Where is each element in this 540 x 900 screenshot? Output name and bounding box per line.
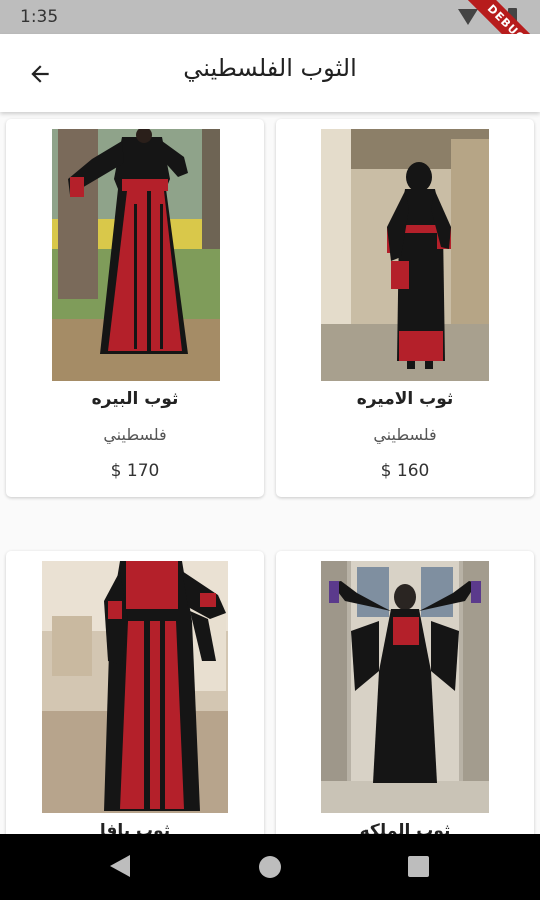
product-price: $ 160: [380, 461, 430, 481]
nav-recent-apps-icon[interactable]: [408, 856, 429, 877]
product-name: ثوب الاميره: [356, 389, 454, 409]
product-image: [321, 129, 489, 381]
product-card[interactable]: ثوب البيره فلسطيني $ 170: [6, 119, 264, 497]
product-name: ثوب يافا: [99, 821, 171, 834]
nav-home-icon[interactable]: [259, 856, 281, 878]
product-image: [321, 561, 489, 813]
arrow-back-icon: [31, 65, 49, 83]
status-time: 1:35: [20, 7, 59, 27]
product-image: [52, 129, 220, 381]
app-bar: الثوب الفلسطيني: [0, 34, 540, 112]
product-origin: فلسطيني: [103, 425, 167, 444]
back-button[interactable]: [18, 52, 62, 96]
product-card[interactable]: ثوب الملكه: [276, 551, 534, 834]
system-nav-bar: [0, 834, 540, 900]
nav-back-icon[interactable]: [110, 855, 130, 877]
product-grid: ثوب البيره فلسطيني $ 170 ثوب الاميره فلس…: [0, 112, 540, 834]
product-image: [42, 561, 228, 813]
page-title: الثوب الفلسطيني: [183, 54, 357, 82]
product-name: ثوب الملكه: [359, 821, 451, 834]
status-bar: 1:35 DEBUG: [0, 0, 540, 34]
product-card[interactable]: ثوب يافا: [6, 551, 264, 834]
product-origin: فلسطيني: [373, 425, 437, 444]
wifi-icon: [458, 9, 478, 25]
product-card[interactable]: ثوب الاميره فلسطيني $ 160: [276, 119, 534, 497]
product-price: $ 170: [110, 461, 160, 481]
product-name: ثوب البيره: [91, 389, 179, 409]
